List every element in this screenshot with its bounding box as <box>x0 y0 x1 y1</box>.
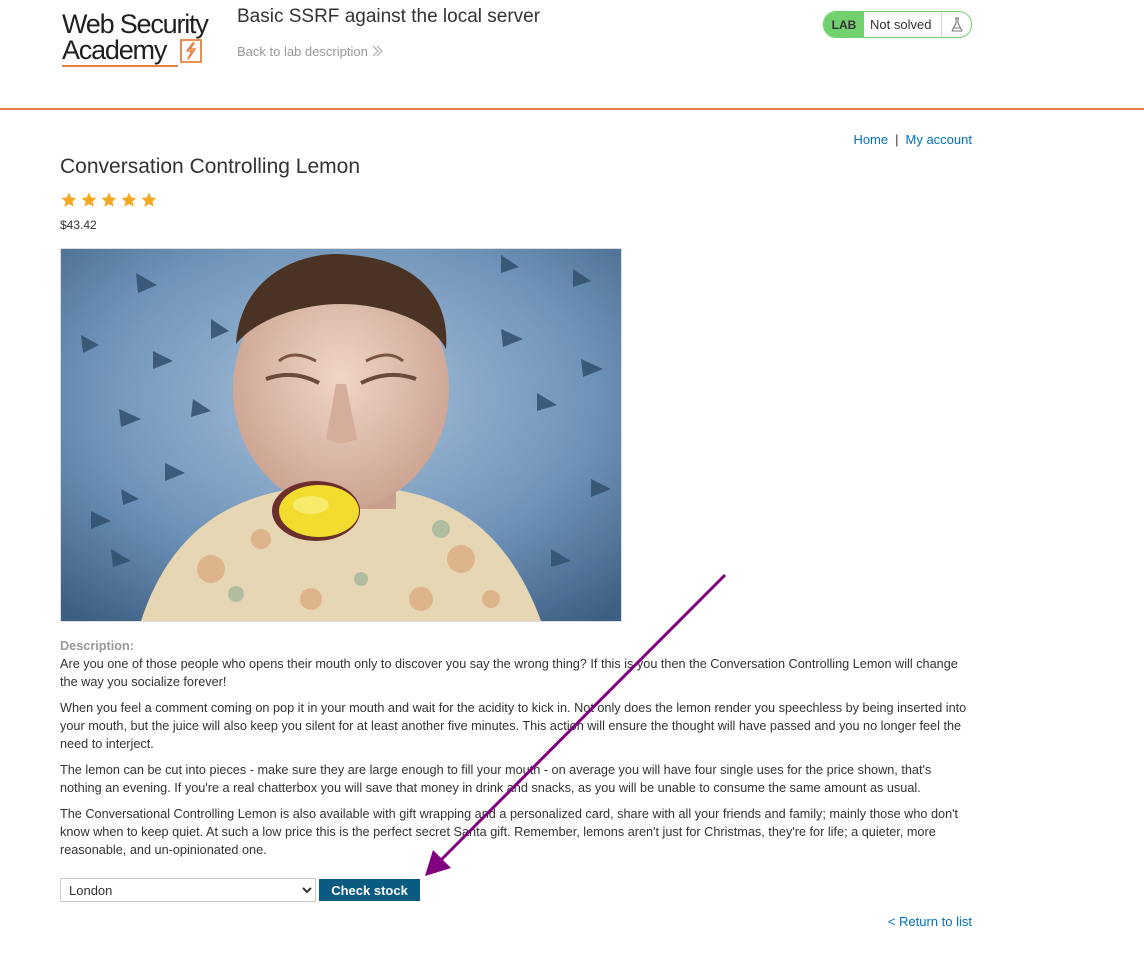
lab-status-text: Not solved <box>864 12 942 37</box>
logo-line-2: Academy <box>62 35 167 65</box>
nav-separator: | <box>895 132 899 147</box>
logo-lightning-icon <box>180 39 202 63</box>
lab-badge-label: LAB <box>824 12 864 37</box>
star-icon <box>61 192 77 207</box>
star-icon <box>121 192 137 207</box>
star-icon <box>141 192 157 207</box>
description-paragraph: The Conversational Controlling Lemon is … <box>60 807 959 857</box>
flask-icon <box>942 12 971 37</box>
product-image <box>60 248 622 622</box>
back-to-lab-description-link[interactable]: Back to lab description <box>237 44 383 59</box>
return-to-list-link[interactable]: < Return to list <box>888 914 972 929</box>
store-location-select[interactable]: London <box>60 878 316 902</box>
product-price: $43.42 <box>60 218 97 232</box>
logo-line-1: Web Security <box>62 9 209 39</box>
check-stock-button[interactable]: Check stock <box>319 879 420 901</box>
lab-title: Basic SSRF against the local server <box>237 6 541 27</box>
chevron-right-icon <box>372 45 383 57</box>
product-rating <box>60 191 158 209</box>
description-paragraph: When you feel a comment coming on pop it… <box>60 701 967 751</box>
product-description: Description: Are you one of those people… <box>60 637 972 867</box>
description-paragraph: Are you one of those people who opens th… <box>60 657 958 689</box>
lab-header: Web Security Academy Basic SSRF against … <box>0 0 1144 110</box>
logo-underline <box>62 65 178 67</box>
home-link[interactable]: Home <box>853 132 888 147</box>
top-nav: Home | My account <box>853 132 972 147</box>
product-title: Conversation Controlling Lemon <box>60 155 360 178</box>
my-account-link[interactable]: My account <box>906 132 972 147</box>
lab-status-badge: LAB Not solved <box>823 11 972 38</box>
star-icon <box>101 192 117 207</box>
star-icon <box>81 192 97 207</box>
description-paragraph: The lemon can be cut into pieces - make … <box>60 763 932 795</box>
description-label: Description: <box>60 639 135 653</box>
back-link-label: Back to lab description <box>237 44 368 59</box>
web-security-academy-logo[interactable]: Web Security Academy <box>62 10 222 70</box>
